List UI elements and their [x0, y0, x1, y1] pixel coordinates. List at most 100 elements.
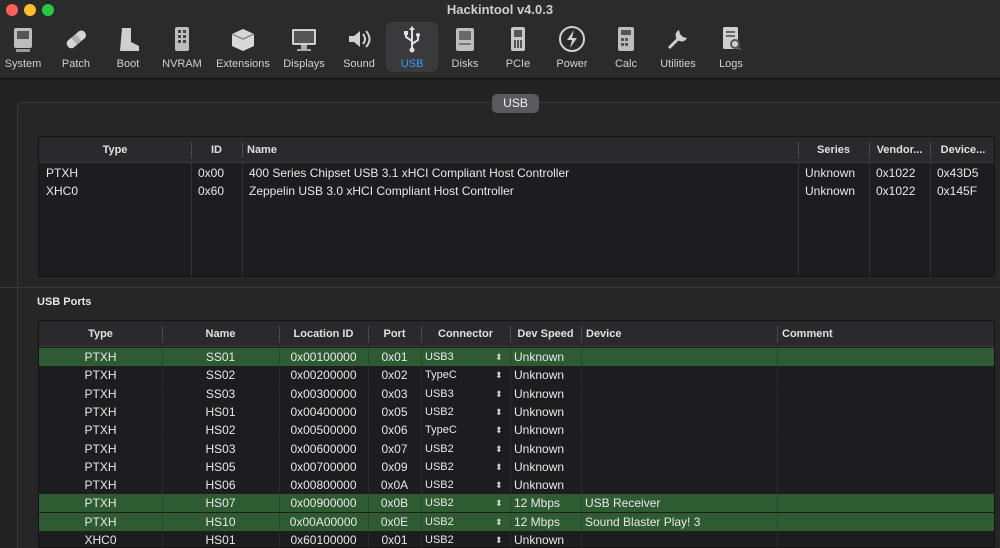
- cell-connector[interactable]: USB2: [425, 513, 494, 531]
- cell-comment[interactable]: [781, 513, 980, 531]
- toolbar-calc-button[interactable]: Calc: [603, 22, 649, 72]
- column-header-series[interactable]: Series: [798, 137, 869, 163]
- cell-connector[interactable]: TypeC: [425, 421, 494, 439]
- cell-comment[interactable]: [781, 440, 980, 458]
- cell-location: 0x00100000: [290, 350, 357, 364]
- column-header-type[interactable]: Type: [39, 321, 162, 347]
- chevron-updown-icon[interactable]: ⬍: [495, 421, 503, 439]
- toolbar-pcie-button[interactable]: PCIe: [494, 22, 542, 72]
- cell-connector[interactable]: USB2: [425, 458, 494, 476]
- toolbar-utilities-button[interactable]: Utilities: [652, 22, 704, 72]
- toolbar-extensions-button[interactable]: Extensions: [212, 22, 274, 72]
- chevron-updown-icon[interactable]: ⬍: [495, 476, 503, 494]
- column-header-location[interactable]: Location ID: [279, 321, 368, 347]
- usb-port-row[interactable]: PTXH HS10 0x00A00000 0x0E USB2 12 Mbps Sound B…: [39, 512, 994, 531]
- column-divider: [421, 402, 422, 421]
- column-divider: [581, 384, 582, 403]
- cell-connector[interactable]: USB2: [425, 440, 494, 458]
- usb-port-row[interactable]: PTXH SS03 0x00300000 0x03 USB3 Unknown ⬍: [39, 384, 994, 403]
- toolbar-displays-button[interactable]: Displays: [280, 22, 328, 72]
- usb-ports-table[interactable]: Type Name Location ID Port Connector Dev Spee…: [38, 320, 995, 548]
- column-header-connector[interactable]: Connector: [421, 321, 510, 347]
- cell-comment[interactable]: [781, 385, 980, 403]
- toolbar-logs-button[interactable]: Logs: [706, 22, 756, 72]
- controller-row[interactable]: XHC0 0x60 Zeppelin USB 3.0 xHCI Compliant …: [39, 182, 994, 200]
- controller-row[interactable]: PTXH 0x00 400 Series Chipset USB 3.1 xHCI …: [39, 164, 994, 182]
- column-divider: [510, 531, 511, 547]
- column-header-port[interactable]: Port: [368, 321, 421, 347]
- chevron-updown-icon[interactable]: ⬍: [495, 494, 503, 512]
- chevron-updown-icon[interactable]: ⬍: [495, 458, 503, 476]
- column-header-comment[interactable]: Comment: [782, 321, 994, 347]
- toolbar-label: PCIe: [505, 58, 531, 70]
- chevron-updown-icon[interactable]: ⬍: [495, 513, 503, 531]
- column-header-device[interactable]: Device: [586, 321, 782, 347]
- usb-port-row[interactable]: PTXH HS05 0x00700000 0x09 USB2 Unknown ⬍: [39, 457, 994, 476]
- chevron-updown-icon[interactable]: ⬍: [495, 366, 503, 384]
- usb-port-row[interactable]: XHC0 HS01 0x60100000 0x01 USB2 Unknown ⬍: [39, 531, 994, 547]
- usb-ports-title: USB Ports: [37, 296, 92, 308]
- cell-port: 0x01: [381, 533, 408, 547]
- cell-connector[interactable]: USB2: [425, 476, 494, 494]
- column-header-id[interactable]: ID: [191, 137, 242, 163]
- toolbar-label: USB: [400, 58, 424, 70]
- cell-connector[interactable]: USB2: [425, 494, 494, 512]
- toolbar-usb-button[interactable]: USB: [386, 22, 438, 72]
- toolbar-patch-button[interactable]: Patch: [56, 22, 96, 72]
- column-header-type[interactable]: Type: [39, 137, 191, 163]
- chevron-updown-icon[interactable]: ⬍: [495, 348, 503, 366]
- controllers-table[interactable]: Type ID Name Series Vendor... Device... PTXH 0…: [38, 136, 995, 277]
- column-divider: [510, 384, 511, 403]
- cell-comment[interactable]: [781, 348, 980, 366]
- usb-icon: [395, 22, 429, 56]
- cell-connector[interactable]: TypeC: [425, 366, 494, 384]
- column-header-name[interactable]: Name: [247, 137, 803, 163]
- column-divider: [279, 366, 280, 385]
- cell-comment[interactable]: [781, 403, 980, 421]
- toolbar-sound-button[interactable]: Sound: [336, 22, 382, 72]
- cell-comment[interactable]: [781, 421, 980, 439]
- column-header-name[interactable]: Name: [162, 321, 279, 347]
- cell-comment[interactable]: [781, 476, 980, 494]
- cell-speed: Unknown: [514, 459, 565, 474]
- usb-port-row[interactable]: PTXH HS03 0x00600000 0x07 USB2 Unknown ⬍: [39, 439, 994, 458]
- usb-port-row[interactable]: PTXH SS02 0x00200000 0x02 TypeC Unknown ⬍: [39, 366, 994, 385]
- column-divider: [581, 531, 582, 547]
- cell-location: 0x00400000: [290, 404, 357, 419]
- toolbar-nvram-button[interactable]: NVRAM: [158, 22, 206, 72]
- toolbar-power-button[interactable]: Power: [548, 22, 596, 72]
- cell-location: 0x60100000: [290, 533, 357, 547]
- usb-port-row[interactable]: PTXH HS06 0x00800000 0x0A USB2 Unknown ⬍: [39, 476, 994, 495]
- power-icon: [555, 22, 589, 56]
- usb-port-row[interactable]: PTXH SS01 0x00100000 0x01 USB3 Unknown ⬍: [39, 348, 994, 366]
- column-header-device[interactable]: Device...: [930, 137, 994, 163]
- chevron-updown-icon[interactable]: ⬍: [495, 403, 503, 421]
- usb-port-row[interactable]: PTXH HS02 0x00500000 0x06 TypeC Unknown ⬍: [39, 421, 994, 440]
- usb-port-row[interactable]: PTXH HS07 0x00900000 0x0B USB2 12 Mbps USB Rec…: [39, 494, 994, 513]
- cell-comment[interactable]: [781, 458, 980, 476]
- cell-comment[interactable]: [781, 366, 980, 384]
- chevron-updown-icon[interactable]: ⬍: [495, 531, 503, 547]
- cell-type: PTXH: [84, 459, 117, 474]
- toolbar-boot-button[interactable]: Boot: [108, 22, 148, 72]
- cell-comment[interactable]: [781, 494, 980, 512]
- toolbar-system-button[interactable]: System: [2, 22, 44, 72]
- usb-port-row[interactable]: PTXH HS01 0x00400000 0x05 USB2 Unknown ⬍: [39, 402, 994, 421]
- chevron-updown-icon[interactable]: ⬍: [495, 385, 503, 403]
- cell-speed: Unknown: [514, 478, 565, 493]
- toolbar-label: Disks: [451, 58, 479, 70]
- column-header-speed[interactable]: Dev Speed: [510, 321, 581, 347]
- cell-connector[interactable]: USB3: [425, 385, 494, 403]
- cell-connector[interactable]: USB2: [425, 403, 494, 421]
- toolbar-disks-button[interactable]: Disks: [441, 22, 489, 72]
- cell-connector[interactable]: USB3: [425, 348, 494, 366]
- cell-name: SS03: [205, 386, 236, 401]
- column-header-vendor[interactable]: Vendor...: [869, 137, 930, 163]
- controllers-table-header: Type ID Name Series Vendor... Device...: [39, 137, 994, 163]
- cell-connector[interactable]: USB2: [425, 531, 494, 547]
- cell-comment[interactable]: [781, 531, 980, 547]
- column-divider: [368, 531, 369, 547]
- cell-speed: Unknown: [514, 350, 565, 364]
- cell-port: 0x0B: [380, 496, 409, 511]
- chevron-updown-icon[interactable]: ⬍: [495, 440, 503, 458]
